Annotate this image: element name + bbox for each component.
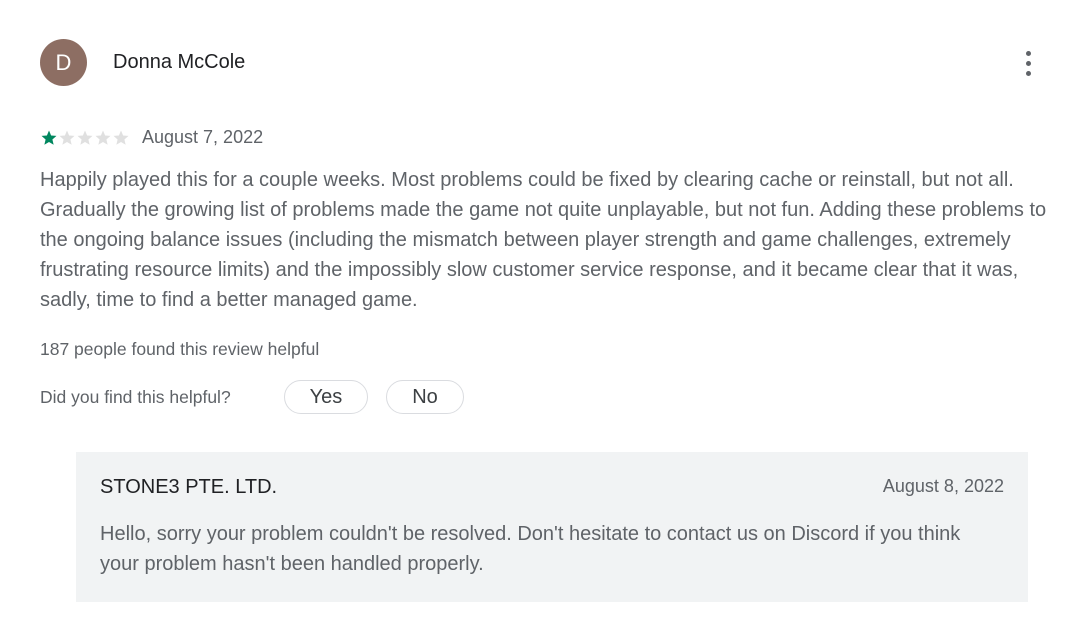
no-button[interactable]: No — [386, 380, 464, 414]
reply-date: August 8, 2022 — [882, 476, 1004, 496]
yes-button[interactable]: Yes — [284, 380, 368, 414]
star-empty-icon — [113, 130, 129, 145]
reply-text: Hello, sorry your problem couldn't be re… — [100, 523, 961, 575]
review-header: D Donna McCole — [40, 39, 1070, 86]
more-vert-icon — [1025, 50, 1031, 56]
more-vert-icon-dot — [1025, 70, 1031, 76]
star-empty-icon — [77, 130, 93, 145]
review-meta: August 7, 2022 — [40, 127, 263, 148]
review-date: August 7, 2022 — [142, 127, 264, 147]
review-text: Happily played this for a couple weeks. … — [40, 169, 1047, 311]
star-filled-icon — [41, 130, 57, 145]
developer-reply: STONE3 PTE. LTD. August 8, 2022 Hello, s… — [76, 452, 1028, 602]
helpful-count: 187 people found this review helpful — [40, 339, 320, 359]
star-empty-icon — [59, 130, 75, 145]
more-vert-icon-dot — [1025, 60, 1031, 66]
star-rating — [40, 129, 130, 147]
helpful-question: Did you find this helpful? — [40, 386, 231, 407]
review-card: D Donna McCole August 7, 2022 Happily pl… — [40, 39, 1070, 414]
helpful-feedback: Did you find this helpful? Yes No — [40, 380, 464, 414]
developer-name: STONE3 PTE. LTD. — [100, 476, 278, 498]
author-name: Donna McCole — [113, 51, 246, 73]
star-empty-icon — [95, 130, 111, 145]
more-options-button[interactable] — [1012, 45, 1044, 81]
avatar: D — [40, 39, 87, 86]
